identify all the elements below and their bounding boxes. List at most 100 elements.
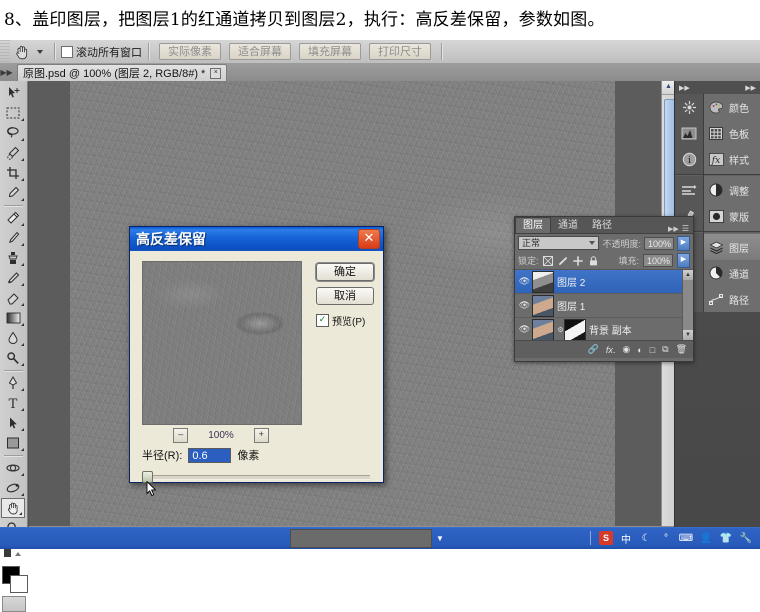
radius-slider[interactable] — [142, 471, 370, 483]
shirt-icon[interactable]: 👕 — [719, 531, 733, 545]
dodge-tool[interactable] — [0, 348, 26, 368]
marquee-tool[interactable] — [0, 103, 26, 123]
3d-rotate-tool[interactable] — [0, 458, 26, 478]
dock-item-color[interactable]: 颜色 — [704, 94, 760, 120]
tab-paths[interactable]: 路径 — [585, 218, 619, 233]
quick-mask-toggle[interactable] — [1, 596, 26, 612]
cancel-button[interactable]: 取消 — [316, 287, 374, 305]
layers-scrollbar[interactable]: ▲ ▼ — [682, 270, 693, 340]
visibility-eye-icon[interactable]: 👁 — [517, 324, 532, 335]
layer-thumbnail[interactable] — [532, 270, 554, 293]
add-mask-icon[interactable]: ◉ — [622, 344, 630, 355]
preview-checkbox[interactable]: ✓ 预览(P) — [316, 313, 365, 328]
hand-tool[interactable] — [1, 498, 25, 518]
fit-screen-button[interactable]: 适合屏幕 — [229, 43, 291, 60]
table-row[interactable]: 👁 ⚙ 背景 副本 — [515, 318, 693, 340]
move-tool[interactable] — [0, 83, 26, 103]
chevron-down-icon[interactable]: ▼ — [436, 534, 444, 543]
dock-expand-arrows-icon-2[interactable]: ▶▶ — [745, 84, 756, 92]
color-swatches[interactable] — [1, 566, 28, 593]
zoom-in-button[interactable]: + — [253, 427, 269, 443]
taskbar-button[interactable] — [290, 528, 432, 548]
ime-icon[interactable]: 中 — [619, 531, 633, 546]
sogou-icon[interactable]: S — [599, 531, 613, 545]
layer-list[interactable]: 👁 图层 2 👁 图层 1 👁 ⚙ 背景 副本 ▲ ▼ — [515, 270, 693, 340]
visibility-eye-icon[interactable]: 👁 — [517, 276, 532, 287]
eyedropper-tool[interactable] — [0, 183, 26, 203]
degree-icon[interactable]: ° — [659, 531, 673, 545]
type-tool[interactable]: T — [0, 393, 26, 413]
tab-channels[interactable]: 通道 — [551, 218, 585, 233]
tabstrip-gripper[interactable]: ▶▶ — [0, 63, 13, 81]
lock-all-icon[interactable] — [588, 255, 599, 266]
tab-layers[interactable]: 图层 — [515, 217, 551, 233]
history-brush-tool[interactable] — [0, 268, 26, 288]
lasso-tool[interactable] — [0, 123, 26, 143]
zoom-out-button[interactable]: – — [173, 427, 189, 443]
lock-image-pixels-icon[interactable] — [558, 255, 569, 266]
actual-pixels-button[interactable]: 实际像素 — [159, 43, 221, 60]
scroll-up-arrow-icon[interactable]: ▲ — [683, 270, 693, 280]
preview-image[interactable] — [142, 261, 302, 425]
print-size-button[interactable]: 打印尺寸 — [369, 43, 431, 60]
layer-thumbnail[interactable] — [532, 318, 554, 340]
lock-position-icon[interactable] — [573, 255, 584, 266]
table-row[interactable]: 👁 图层 1 — [515, 294, 693, 318]
new-adjustment-icon[interactable]: ◐ — [637, 345, 642, 355]
dock-item-styles[interactable]: fx 样式 — [704, 146, 760, 172]
3d-orbit-tool[interactable] — [0, 478, 26, 498]
pen-tool[interactable] — [0, 373, 26, 393]
healing-brush-tool[interactable] — [0, 208, 26, 228]
layer-thumbnail[interactable] — [532, 294, 554, 317]
clone-stamp-tool[interactable] — [0, 248, 26, 268]
fill-field[interactable]: 100% — [643, 254, 673, 267]
new-layer-icon[interactable]: ⧉ — [662, 344, 668, 355]
layer-mask-thumbnail[interactable] — [564, 318, 586, 340]
dock-item-swatches[interactable]: 色板 — [704, 120, 760, 146]
opacity-stepper-icon[interactable]: ▶ — [677, 235, 690, 251]
delete-layer-icon[interactable]: 🗑 — [676, 344, 687, 355]
fill-stepper-icon[interactable]: ▶ — [677, 253, 690, 268]
histogram-icon[interactable] — [675, 120, 703, 146]
table-row[interactable]: 👁 图层 2 — [515, 270, 693, 294]
dialog-title-bar[interactable]: 高反差保留 ✕ — [130, 227, 383, 251]
close-icon[interactable]: ✕ — [358, 229, 380, 249]
collapse-arrows-icon[interactable]: ▶▶ — [668, 225, 682, 233]
brush-presets-icon[interactable] — [675, 94, 703, 120]
dock-item-paths[interactable]: 路径 — [704, 286, 760, 312]
visibility-eye-icon[interactable]: 👁 — [517, 300, 532, 311]
brush-tool[interactable] — [0, 228, 26, 248]
lock-transparent-pixels-icon[interactable] — [543, 255, 554, 266]
fill-screen-button[interactable]: 填充屏幕 — [299, 43, 361, 60]
blur-tool[interactable] — [0, 328, 26, 348]
user-icon[interactable]: 👤 — [699, 531, 713, 545]
dock-item-adjustments[interactable]: 调整 — [704, 177, 760, 203]
link-layers-icon[interactable]: 🔗 — [588, 344, 599, 355]
radius-input[interactable]: 0.6 — [188, 447, 232, 463]
path-selection-tool[interactable] — [0, 413, 26, 433]
gradient-tool[interactable] — [0, 308, 26, 328]
scroll-down-arrow-icon[interactable]: ▼ — [683, 330, 693, 340]
quick-selection-tool[interactable] — [0, 143, 26, 163]
crop-tool[interactable] — [0, 163, 26, 183]
fx-icon[interactable]: fx. — [606, 345, 616, 355]
moon-icon[interactable]: ☾ — [639, 531, 653, 545]
background-color-swatch[interactable] — [9, 575, 28, 593]
blend-mode-select[interactable]: 正常 — [518, 236, 600, 250]
dock-expand-arrows-icon[interactable]: ▶▶ — [679, 84, 690, 92]
scroll-all-windows-checkbox[interactable]: 滚动所有窗口 — [61, 44, 142, 60]
document-tab[interactable]: 原图.psd @ 100% (图层 2, RGB/8#) * × — [17, 64, 228, 81]
link-icon[interactable]: ⚙ — [557, 326, 564, 334]
keyboard-icon[interactable]: ⌨ — [679, 531, 693, 545]
info-icon[interactable]: i — [675, 146, 703, 172]
character-icon[interactable] — [675, 177, 703, 203]
panel-menu-icon[interactable]: ☰ — [682, 224, 693, 233]
new-group-icon[interactable]: □ — [650, 345, 655, 355]
shape-tool[interactable] — [0, 433, 26, 453]
options-bar-gripper[interactable] — [0, 40, 10, 63]
dock-item-channels[interactable]: 通道 — [704, 260, 760, 286]
wrench-icon[interactable]: 🔧 — [739, 531, 753, 545]
close-icon[interactable]: × — [210, 67, 222, 79]
ok-button[interactable]: 确定 — [316, 263, 374, 281]
dock-header[interactable]: ▶▶ ▶▶ — [675, 81, 760, 94]
